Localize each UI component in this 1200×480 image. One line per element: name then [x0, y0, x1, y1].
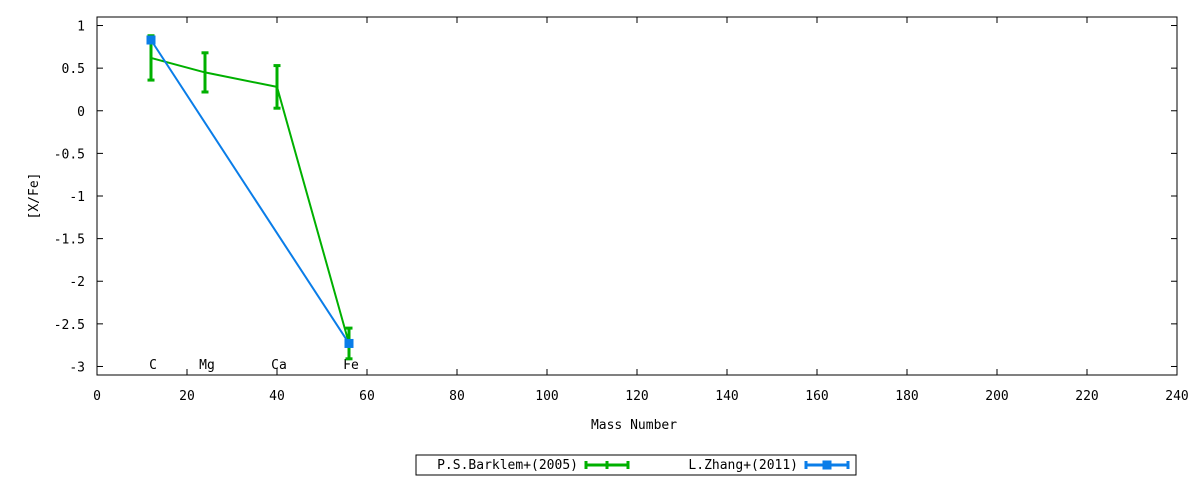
legend: P.S.Barklem+(2005) L.Zhang+(2011) [415, 454, 857, 476]
x-tick-label: 240 [1165, 389, 1188, 404]
legend-label-barklem: P.S.Barklem+(2005) [437, 458, 578, 473]
x-tick-label: 80 [449, 389, 465, 404]
x-tick-label: 20 [179, 389, 195, 404]
chart: 0 20 40 60 80 100 120 140 160 180 200 220 240 1 0.5 0 -0… [27, 16, 1189, 476]
series-line-0 [150, 56, 350, 344]
element-label-c: C [149, 358, 157, 373]
x-tick-label: 100 [535, 389, 558, 404]
y-tick-label: 0 [77, 105, 85, 120]
y-tick-label: 0.5 [62, 62, 85, 77]
x-tick-label: 120 [625, 389, 648, 404]
x-axis-label: Mass Number [591, 418, 677, 433]
x-tick-label: 40 [269, 389, 285, 404]
x-tick-label: 200 [985, 389, 1008, 404]
x-tick-label: 220 [1075, 389, 1098, 404]
x-tick-label: 0 [93, 389, 101, 404]
y-tick-label: -0.5 [54, 147, 85, 162]
x-tick-label: 160 [805, 389, 828, 404]
series-line-1 [150, 39, 350, 345]
x-tick-label: 140 [715, 389, 738, 404]
y-tick-label: -2.5 [54, 318, 85, 333]
y-tick-label: 1 [77, 20, 85, 35]
data-point-1-0 [146, 35, 156, 45]
y-tick-label: -3 [69, 360, 85, 375]
x-tick-label: 180 [895, 389, 918, 404]
y-tick-label: -2 [69, 275, 85, 290]
y-tick-label: -1 [69, 190, 85, 205]
plot-frame [96, 16, 1178, 376]
x-tick-label: 60 [359, 389, 375, 404]
y-tick-label: -1.5 [54, 233, 85, 248]
plot-layer: 0 20 40 60 80 100 120 140 160 180 200 220 240 1 0.5 0 -0… [54, 16, 1189, 404]
legend-marker-1 [822, 460, 832, 470]
y-axis-label: [X/Fe] [27, 173, 42, 220]
legend-label-zhang: L.Zhang+(2011) [688, 458, 798, 473]
element-label-mg: Mg [199, 358, 215, 373]
element-label-ca: Ca [271, 358, 287, 373]
data-point-1-1 [344, 338, 354, 348]
